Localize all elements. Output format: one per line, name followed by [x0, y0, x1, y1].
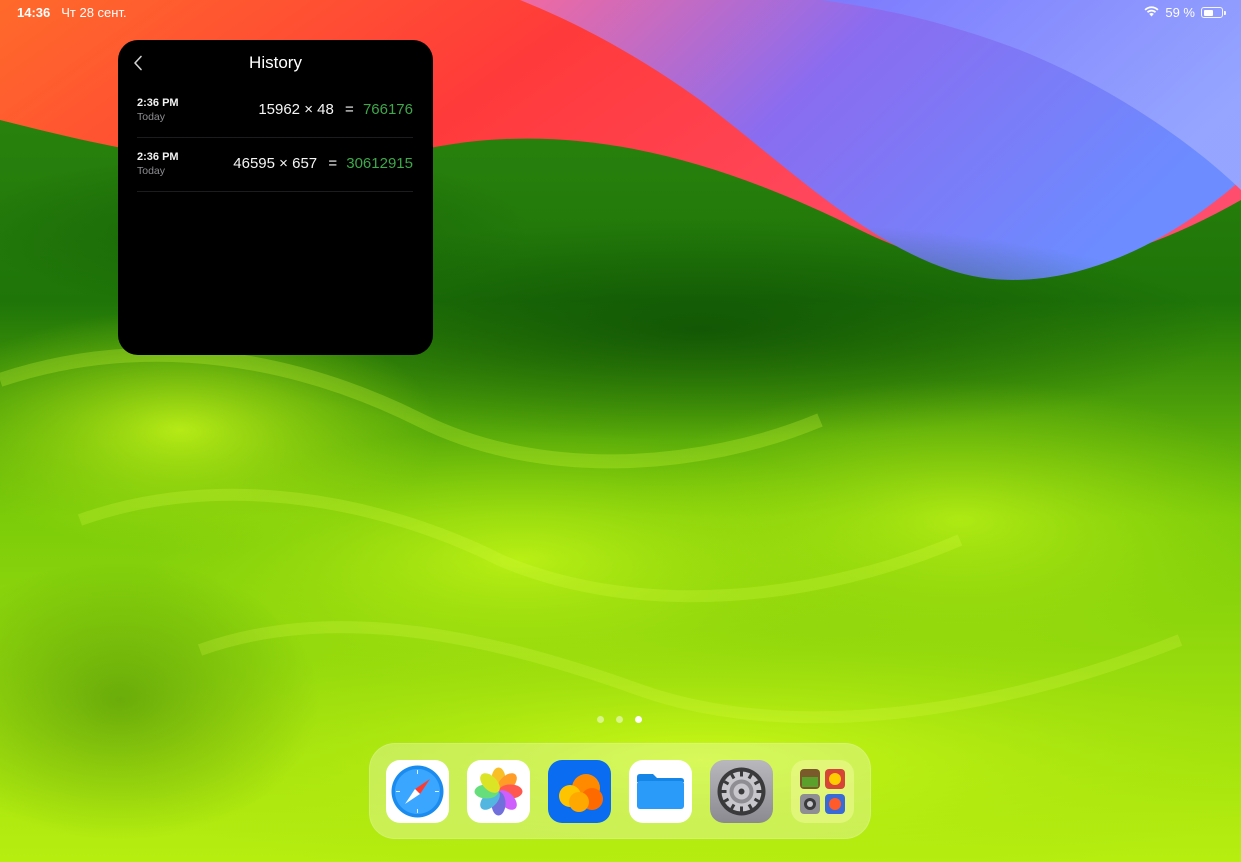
operator: ×	[304, 101, 313, 118]
operand-a: 46595	[233, 155, 275, 172]
status-time: 14:36	[17, 5, 51, 20]
entry-result: 30612915	[346, 155, 413, 172]
cloud-drive-icon[interactable]	[548, 760, 611, 823]
entry-time: 2:36 PM	[137, 151, 179, 163]
page-dot-active[interactable]	[635, 716, 642, 723]
status-date: Чт 28 сент.	[61, 5, 127, 20]
wifi-icon	[1144, 5, 1159, 20]
operand-b: 657	[292, 155, 318, 172]
entry-result: 766176	[362, 101, 413, 118]
folder-icon[interactable]	[791, 760, 854, 823]
dock	[369, 743, 871, 839]
equals-sign: =	[345, 101, 354, 118]
entry-time: 2:36 PM	[137, 97, 179, 109]
operand-a: 15962	[258, 101, 301, 118]
operator: ×	[279, 155, 288, 172]
history-entry[interactable]: 2:36 PM Today 46595 × 657 = 30612915	[137, 138, 413, 192]
equals-sign: =	[328, 155, 338, 172]
settings-icon[interactable]	[710, 760, 773, 823]
entry-expression: 46595 × 657 = 30612915	[233, 155, 413, 172]
battery-percent: 59 %	[1165, 5, 1195, 20]
entry-date: Today	[137, 165, 166, 177]
page-dot[interactable]	[616, 716, 623, 723]
photos-icon[interactable]	[467, 760, 530, 823]
safari-icon[interactable]	[386, 760, 449, 823]
status-bar: 14:36 Чт 28 сент. 59 %	[0, 0, 1241, 26]
page-dot[interactable]	[597, 716, 604, 723]
history-title: History	[249, 53, 302, 72]
history-widget[interactable]: History 2:36 PM Today 15962 × 48 = 76617…	[118, 40, 433, 355]
history-list: 2:36 PM Today 15962 × 48 = 766176 2:36 P…	[137, 84, 413, 192]
page-indicator[interactable]	[597, 716, 642, 723]
entry-date: Today	[137, 111, 166, 123]
history-header: History	[118, 40, 433, 84]
history-entry[interactable]: 2:36 PM Today 15962 × 48 = 766176	[137, 84, 413, 138]
files-icon[interactable]	[629, 760, 692, 823]
operand-b: 48	[317, 101, 334, 118]
entry-expression: 15962 × 48 = 766176	[258, 101, 413, 118]
battery-icon	[1201, 7, 1226, 18]
